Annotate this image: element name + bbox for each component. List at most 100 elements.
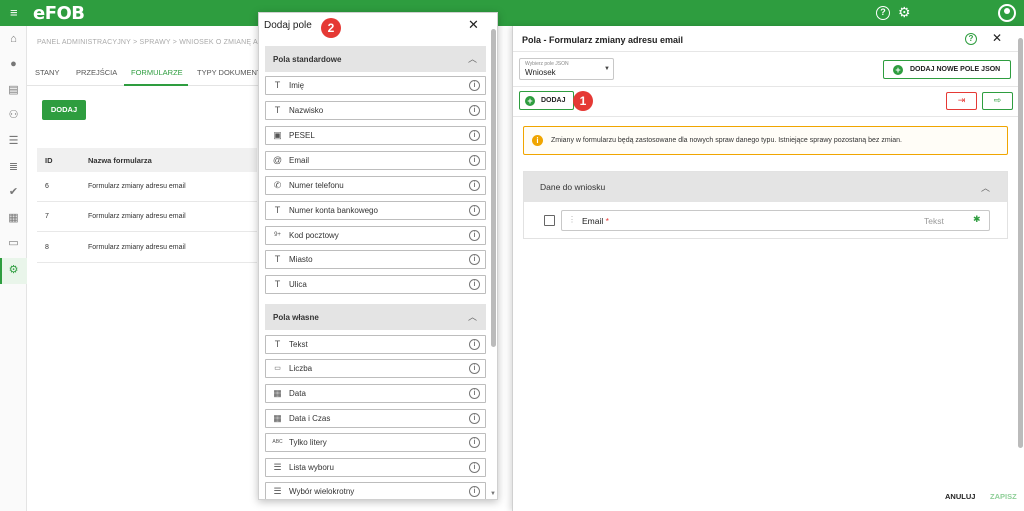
field-option-pesel[interactable]: ▣ PESEL i bbox=[265, 126, 486, 145]
info-icon[interactable]: i bbox=[469, 80, 480, 91]
select-label: Wybierz pole JSON bbox=[525, 61, 569, 67]
list-icon[interactable]: ≣ bbox=[7, 161, 20, 174]
field-option-label: Email bbox=[289, 156, 310, 165]
info-icon[interactable]: i bbox=[469, 437, 480, 448]
info-icon[interactable]: i bbox=[469, 363, 480, 374]
info-icon[interactable]: i bbox=[469, 130, 480, 141]
json-field-select[interactable]: Wybierz pole JSON Wniosek ▼ bbox=[519, 58, 614, 80]
tab-stany[interactable]: STANY bbox=[35, 68, 59, 77]
button-label: DODAJ NOWE POLE JSON bbox=[910, 66, 1001, 73]
file-icon[interactable]: ▦ bbox=[7, 212, 20, 225]
field-checkbox[interactable] bbox=[544, 215, 555, 226]
info-icon[interactable]: i bbox=[469, 205, 480, 216]
chevron-up-icon[interactable]: ︿ bbox=[468, 310, 477, 323]
info-icon[interactable]: i bbox=[469, 279, 480, 290]
field-option-multi-select[interactable]: ☰ Wybór wielokrotny i bbox=[265, 482, 486, 499]
field-option-text[interactable]: T Tekst i bbox=[265, 335, 486, 354]
step-badge-2: 2 bbox=[321, 18, 341, 38]
document-icon[interactable]: ▤ bbox=[7, 84, 20, 97]
id-card-icon: ▣ bbox=[273, 130, 282, 140]
field-option-email[interactable]: @ Email i bbox=[265, 151, 486, 170]
info-icon[interactable]: i bbox=[469, 462, 480, 473]
people-icon[interactable]: ⚇ bbox=[7, 109, 20, 122]
tab-formularze[interactable]: FORMULARZE bbox=[131, 68, 183, 77]
settings-icon[interactable]: ⚙ bbox=[7, 264, 20, 277]
table-row[interactable]: 8 Formularz zmiany adresu email bbox=[37, 233, 257, 263]
table-row[interactable]: 7 Formularz zmiany adresu email bbox=[37, 202, 257, 232]
info-icon[interactable]: i bbox=[469, 486, 480, 497]
field-option-nazwisko[interactable]: T Nazwisko i bbox=[265, 101, 486, 120]
field-option-bank-account[interactable]: T Numer konta bankowego i bbox=[265, 201, 486, 220]
panel-scrollbar[interactable] bbox=[1018, 38, 1023, 448]
field-option-street[interactable]: T Ulica i bbox=[265, 275, 486, 294]
postal-code-icon: 9+ bbox=[274, 232, 281, 238]
column-header-name[interactable]: Nazwa formularza bbox=[88, 156, 152, 165]
settings-gear-icon[interactable]: ⚙ bbox=[898, 4, 911, 21]
breadcrumb[interactable]: PANEL ADMINISTRACYJNY > SPRAWY > WNIOSEK… bbox=[37, 39, 258, 46]
left-navigation: ⌂ ● ▤ ⚇ ☰ ≣ ✔ ▦ ▭ ⚙ bbox=[0, 26, 27, 511]
save-button[interactable]: ZAPISZ bbox=[990, 492, 1017, 501]
at-icon: @ bbox=[272, 155, 283, 165]
field-option-select-list[interactable]: ☰ Lista wyboru i bbox=[265, 458, 486, 477]
close-icon[interactable]: ✕ bbox=[992, 31, 1002, 45]
check-circle-icon[interactable]: ✔ bbox=[7, 186, 20, 199]
chevron-up-icon[interactable]: ︿ bbox=[468, 52, 477, 65]
info-icon[interactable]: i bbox=[469, 230, 480, 241]
help-icon[interactable]: ? bbox=[876, 6, 890, 20]
add-field-button[interactable]: + DODAJ bbox=[519, 91, 574, 110]
info-icon[interactable]: i bbox=[469, 155, 480, 166]
alert-text: Zmiany w formularzu będą zastosowane dla… bbox=[551, 137, 902, 144]
import-button[interactable]: ⇥ bbox=[946, 92, 977, 110]
scrollbar-thumb[interactable] bbox=[491, 29, 496, 347]
form-field-email[interactable]: ⋮ Email * Tekst ✱ bbox=[561, 210, 990, 231]
list-select-icon: ☰ bbox=[273, 462, 282, 472]
field-option-number[interactable]: ▭ Liczba i bbox=[265, 359, 486, 378]
info-icon[interactable]: i bbox=[469, 105, 480, 116]
cell-id: 8 bbox=[45, 244, 49, 251]
magic-wand-icon[interactable]: ✱ bbox=[973, 214, 981, 225]
field-option-letters-only[interactable]: ABC Tylko litery i bbox=[265, 433, 486, 452]
section-standard-fields[interactable]: Pola standardowe ︿ bbox=[265, 46, 486, 72]
info-icon[interactable]: i bbox=[469, 180, 480, 191]
fields-side-panel: Pola - Formularz zmiany adresu email ? ✕… bbox=[512, 26, 1024, 511]
info-icon[interactable]: i bbox=[469, 339, 480, 350]
select-value: Wniosek bbox=[525, 68, 556, 77]
account-icon[interactable] bbox=[998, 4, 1016, 22]
field-option-phone[interactable]: ✆ Numer telefonu i bbox=[265, 176, 486, 195]
chevron-up-icon[interactable]: ︿ bbox=[981, 181, 990, 194]
dialog-scrollbar[interactable]: ▼ bbox=[490, 25, 496, 499]
field-option-label: Numer telefonu bbox=[289, 181, 344, 190]
field-option-label: Miasto bbox=[289, 255, 313, 264]
column-header-id[interactable]: ID bbox=[45, 156, 53, 165]
table-row[interactable]: 6 Formularz zmiany adresu email bbox=[37, 172, 257, 202]
field-option-date-time[interactable]: ▦ Data i Czas i bbox=[265, 409, 486, 428]
tab-przejscia[interactable]: PRZEJŚCIA bbox=[76, 68, 117, 77]
info-icon[interactable]: i bbox=[469, 413, 480, 424]
field-option-city[interactable]: T Miasto i bbox=[265, 250, 486, 269]
field-option-imie[interactable]: T Imię i bbox=[265, 76, 486, 95]
section-custom-fields[interactable]: Pola własne ︿ bbox=[265, 304, 486, 330]
import-icon: ⇥ bbox=[957, 95, 966, 105]
info-icon[interactable]: i bbox=[469, 388, 480, 399]
app-logo: eFOB bbox=[33, 3, 85, 24]
add-new-json-field-button[interactable]: + DODAJ NOWE POLE JSON bbox=[883, 60, 1011, 79]
info-icon[interactable]: i bbox=[469, 254, 480, 265]
drag-handle-icon[interactable]: ⋮ bbox=[568, 215, 576, 224]
tab-typy-dokumentow[interactable]: TYPY DOKUMENT bbox=[197, 68, 261, 77]
menu-icon[interactable]: ≡ bbox=[10, 6, 22, 19]
person-icon[interactable]: ● bbox=[7, 58, 20, 71]
folder-icon[interactable]: ▭ bbox=[7, 237, 20, 250]
close-icon[interactable]: ✕ bbox=[468, 17, 479, 33]
cancel-button[interactable]: ANULUJ bbox=[945, 492, 975, 501]
field-option-label: Liczba bbox=[289, 364, 313, 373]
home-icon[interactable]: ⌂ bbox=[7, 33, 20, 46]
export-button[interactable]: ⇨ bbox=[982, 92, 1013, 110]
field-option-postal-code[interactable]: 9+ Kod pocztowy i bbox=[265, 226, 486, 245]
person-list-icon[interactable]: ☰ bbox=[7, 135, 20, 148]
scroll-down-arrow-icon[interactable]: ▼ bbox=[490, 491, 496, 497]
add-form-button[interactable]: DODAJ bbox=[42, 100, 86, 120]
help-icon[interactable]: ? bbox=[965, 33, 977, 45]
section-header[interactable]: Dane do wniosku ︿ bbox=[524, 172, 1007, 202]
field-option-date[interactable]: ▦ Data i bbox=[265, 384, 486, 403]
button-label: DODAJ bbox=[541, 97, 566, 104]
